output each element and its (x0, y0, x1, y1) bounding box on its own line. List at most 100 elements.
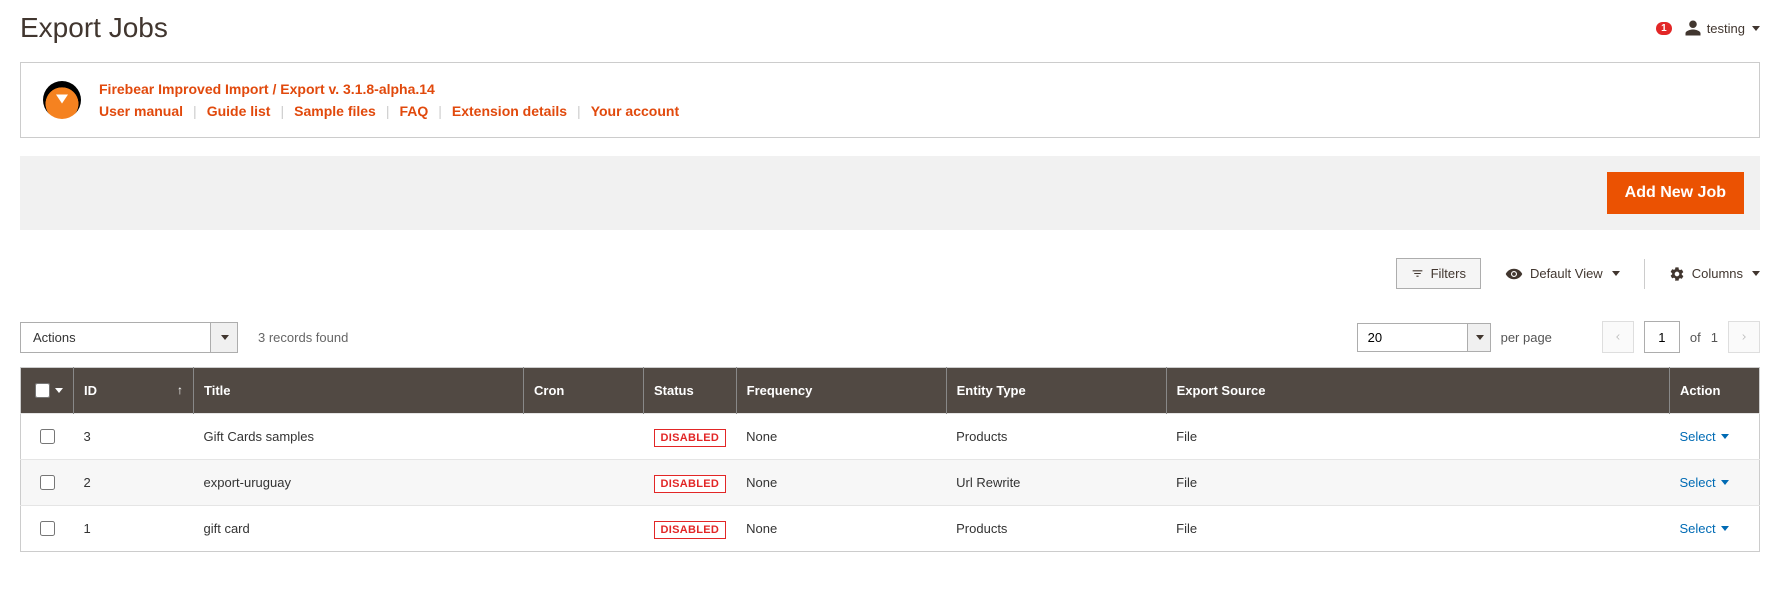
cell-id: 3 (74, 414, 194, 460)
per-page-input[interactable] (1357, 323, 1467, 352)
notifications-badge: 1 (1656, 22, 1672, 35)
chevron-down-icon (1752, 26, 1760, 31)
table-row: 3Gift Cards samples DISABLED NoneProductsF… (21, 414, 1760, 460)
col-entity-type[interactable]: Entity Type (946, 368, 1166, 414)
columns-label: Columns (1692, 266, 1743, 281)
info-link[interactable]: Your account (591, 103, 679, 119)
row-action-select[interactable]: Select (1680, 475, 1729, 490)
table-row: 1gift card DISABLED NoneProductsFile Select (21, 506, 1760, 552)
cell-entity-type: Products (946, 414, 1166, 460)
cell-title: Gift Cards samples (194, 414, 524, 460)
default-view-label: Default View (1530, 266, 1603, 281)
total-pages: 1 (1711, 330, 1718, 345)
page-title: Export Jobs (20, 12, 1640, 44)
cell-cron (524, 414, 644, 460)
status-badge: DISABLED (654, 521, 727, 539)
link-separator: | (193, 103, 197, 119)
user-icon (1684, 19, 1702, 37)
extension-title: Firebear Improved Import / Export v. 3.1… (99, 81, 679, 97)
link-separator: | (577, 103, 581, 119)
of-label: of (1690, 330, 1701, 345)
per-page-label: per page (1501, 330, 1552, 345)
info-link[interactable]: Extension details (452, 103, 567, 119)
col-frequency[interactable]: Frequency (736, 368, 946, 414)
next-page-button[interactable] (1728, 321, 1760, 353)
chevron-down-icon (1721, 480, 1729, 485)
col-action[interactable]: Action (1670, 368, 1760, 414)
filters-button[interactable]: Filters (1396, 258, 1481, 289)
cell-entity-type: Products (946, 506, 1166, 552)
user-label: testing (1707, 21, 1745, 36)
eye-icon (1505, 265, 1523, 283)
cell-status: DISABLED (644, 460, 737, 506)
col-checkbox (21, 368, 74, 414)
select-all-checkbox[interactable] (35, 383, 50, 398)
info-link[interactable]: User manual (99, 103, 183, 119)
cell-status: DISABLED (644, 414, 737, 460)
current-page-input[interactable] (1644, 321, 1680, 353)
cell-entity-type: Url Rewrite (946, 460, 1166, 506)
status-badge: DISABLED (654, 429, 727, 447)
cell-title: export-uruguay (194, 460, 524, 506)
cell-id: 1 (74, 506, 194, 552)
row-checkbox[interactable] (40, 475, 55, 490)
row-action-select[interactable]: Select (1680, 521, 1729, 536)
chevron-down-icon (1752, 271, 1760, 276)
col-export-source[interactable]: Export Source (1166, 368, 1669, 414)
filters-label: Filters (1431, 266, 1466, 281)
cell-export-source: File (1166, 414, 1669, 460)
default-view-button[interactable]: Default View (1505, 265, 1620, 283)
columns-button[interactable]: Columns (1669, 266, 1760, 282)
info-link[interactable]: FAQ (399, 103, 428, 119)
cell-id: 2 (74, 460, 194, 506)
link-separator: | (386, 103, 390, 119)
link-separator: | (280, 103, 284, 119)
col-status[interactable]: Status (644, 368, 737, 414)
chevron-down-icon (1721, 526, 1729, 531)
chevron-down-icon (1467, 323, 1491, 352)
user-menu[interactable]: testing (1684, 19, 1760, 37)
row-action-select[interactable]: Select (1680, 429, 1729, 444)
cell-frequency: None (736, 414, 946, 460)
row-checkbox[interactable] (40, 429, 55, 444)
cell-cron (524, 460, 644, 506)
chevron-left-icon (1613, 332, 1623, 342)
per-page-select[interactable] (1357, 323, 1491, 352)
chevron-down-icon (1612, 271, 1620, 276)
status-badge: DISABLED (654, 475, 727, 493)
link-separator: | (438, 103, 442, 119)
cell-frequency: None (736, 460, 946, 506)
funnel-icon (1411, 267, 1424, 280)
chevron-down-icon[interactable] (55, 388, 63, 393)
records-found: 3 records found (258, 330, 348, 345)
cell-frequency: None (736, 506, 946, 552)
cell-title: gift card (194, 506, 524, 552)
bulk-actions-select[interactable]: Actions (20, 322, 238, 353)
jobs-grid: ID↑ Title Cron Status Frequency Entity T… (20, 367, 1760, 552)
col-title[interactable]: Title (194, 368, 524, 414)
prev-page-button[interactable] (1602, 321, 1634, 353)
chevron-right-icon (1739, 332, 1749, 342)
extension-info-panel: Firebear Improved Import / Export v. 3.1… (20, 62, 1760, 138)
gear-icon (1669, 266, 1685, 282)
cell-action: Select (1670, 414, 1760, 460)
bulk-actions-label: Actions (20, 322, 210, 353)
col-id[interactable]: ID↑ (74, 368, 194, 414)
cell-cron (524, 506, 644, 552)
cell-action: Select (1670, 506, 1760, 552)
cell-export-source: File (1166, 460, 1669, 506)
chevron-down-icon (210, 322, 238, 353)
firebear-logo (43, 81, 81, 119)
chevron-down-icon (1721, 434, 1729, 439)
cell-status: DISABLED (644, 506, 737, 552)
info-link[interactable]: Sample files (294, 103, 376, 119)
cell-action: Select (1670, 460, 1760, 506)
col-cron[interactable]: Cron (524, 368, 644, 414)
info-link[interactable]: Guide list (207, 103, 271, 119)
cell-export-source: File (1166, 506, 1669, 552)
action-bar: Add New Job (20, 156, 1760, 230)
row-checkbox[interactable] (40, 521, 55, 536)
add-new-job-button[interactable]: Add New Job (1607, 172, 1744, 214)
toolbar-separator (1644, 259, 1645, 289)
table-row: 2export-uruguay DISABLED NoneUrl RewriteFi… (21, 460, 1760, 506)
